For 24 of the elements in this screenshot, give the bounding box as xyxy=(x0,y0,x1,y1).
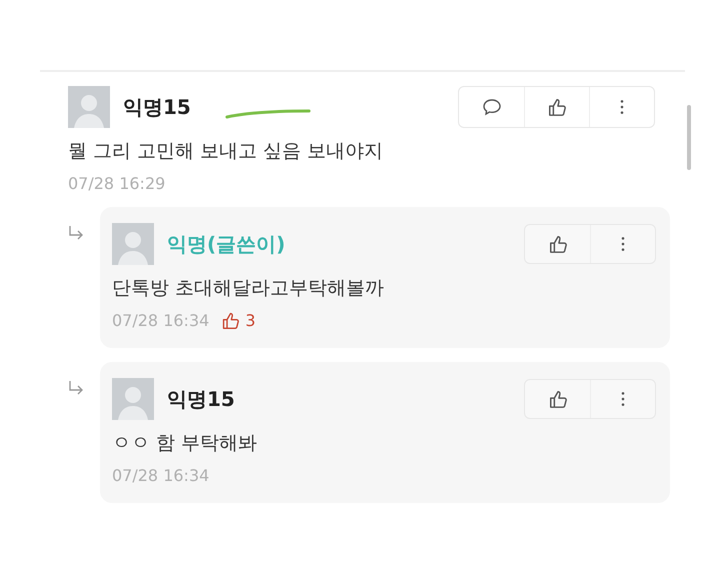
like-count: 3 xyxy=(245,311,256,330)
author-name: 익명15 xyxy=(167,386,235,412)
timestamp: 07/28 16:29 xyxy=(68,174,166,193)
thumbs-up-icon xyxy=(221,311,240,330)
avatar-icon xyxy=(68,86,110,128)
more-icon xyxy=(618,98,626,116)
timestamp: 07/28 16:34 xyxy=(112,311,210,330)
more-icon xyxy=(619,390,627,408)
comment-text: 단톡방 초대해달라고부탁해볼까 xyxy=(112,276,386,301)
thumbs-up-icon xyxy=(547,97,567,117)
more-icon xyxy=(619,235,627,253)
comment-text: ㅇㅇ 함 부탁해봐 xyxy=(112,431,258,456)
comment-text: 뭘 그리 고민해 보내고 싶음 보내야지 xyxy=(68,139,384,164)
reply-arrow-icon xyxy=(68,225,84,241)
timestamp: 07/28 16:34 xyxy=(112,466,210,485)
avatar-icon xyxy=(112,378,154,420)
speech-bubble-icon xyxy=(482,97,502,117)
scrollbar xyxy=(687,105,691,170)
avatar-icon xyxy=(112,223,154,265)
reply-arrow-icon xyxy=(68,380,84,396)
thumbs-up-icon xyxy=(548,234,568,254)
thumbs-up-icon xyxy=(548,389,568,409)
author-name: 익명15 xyxy=(123,94,191,120)
author-name: 익명(글쓴이) xyxy=(167,230,286,258)
